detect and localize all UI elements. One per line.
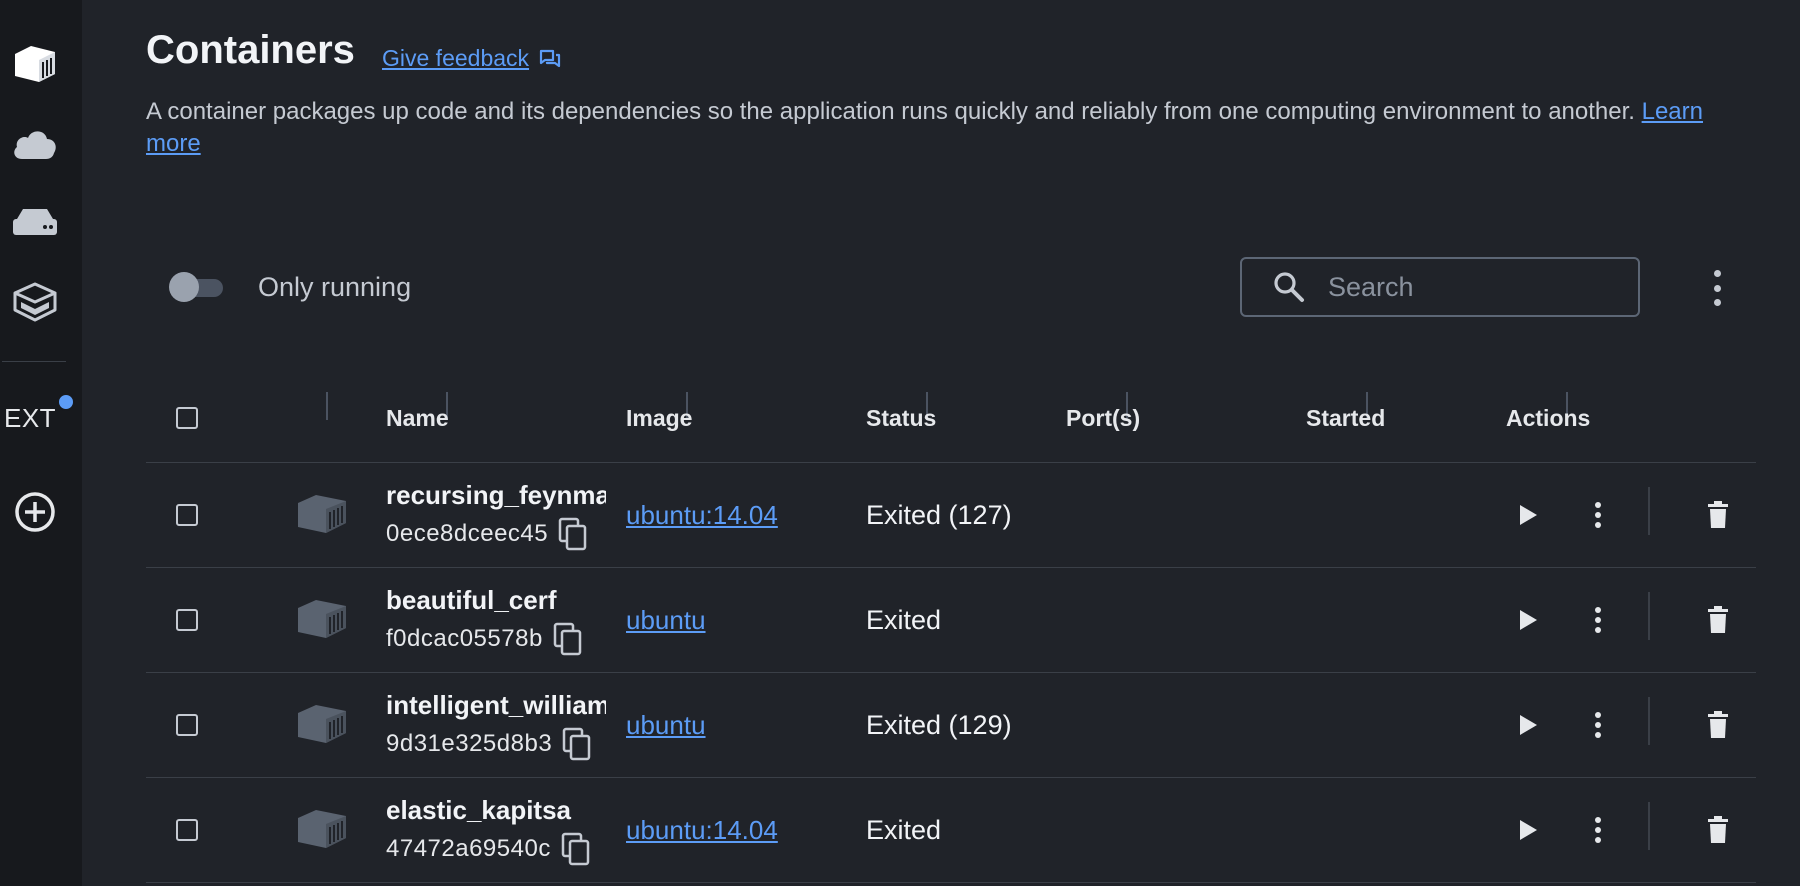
image-link[interactable]: ubuntu:14.04 — [626, 500, 778, 531]
search-input[interactable] — [1326, 270, 1630, 304]
status-text: Exited — [866, 604, 942, 635]
column-header-actions: Actions — [1506, 404, 1591, 431]
status-text: Exited (127) — [866, 499, 1012, 530]
more-options-icon[interactable] — [1702, 270, 1732, 306]
give-feedback-label[interactable]: Give feedback — [382, 45, 529, 72]
sidebar: EXT — [0, 0, 82, 886]
table-row[interactable]: recursing_feynman 0ece8dceec45 ubuntu:14… — [146, 463, 1756, 568]
table-row[interactable]: beautiful_cerf f0dcac05578b ubuntu Exite… — [146, 568, 1756, 673]
row-more-icon[interactable] — [1578, 778, 1618, 882]
containers-table: Name Image Status Port(s) Started Action… — [146, 374, 1756, 883]
row-checkbox[interactable] — [176, 819, 198, 841]
play-icon[interactable] — [1508, 778, 1548, 882]
delete-icon[interactable] — [1698, 778, 1738, 882]
column-header-ports[interactable]: Port(s) — [1066, 374, 1140, 462]
action-separator — [1648, 592, 1650, 640]
column-header-started[interactable]: Started — [1306, 374, 1385, 462]
container-name[interactable]: elastic_kapitsa — [386, 795, 606, 826]
cloud-icon[interactable] — [0, 125, 70, 161]
copy-icon[interactable] — [561, 832, 591, 866]
image-link[interactable]: ubuntu — [626, 710, 706, 741]
container-id: 47472a69540c — [386, 835, 551, 862]
main-content: Containers Give feedback A container pac… — [82, 0, 1800, 886]
action-separator — [1648, 802, 1650, 850]
column-header-image[interactable]: Image — [626, 374, 692, 462]
page-title: Containers — [146, 28, 355, 72]
container-name[interactable]: beautiful_cerf — [386, 585, 606, 616]
container-name-cell: recursing_feynman 0ece8dceec45 — [386, 480, 606, 551]
search-box[interactable] — [1240, 257, 1640, 317]
row-more-icon[interactable] — [1578, 463, 1618, 567]
copy-icon[interactable] — [553, 622, 583, 656]
image-link[interactable]: ubuntu — [626, 605, 706, 636]
only-running-toggle[interactable] — [169, 272, 225, 302]
container-id: 0ece8dceec45 — [386, 520, 549, 547]
copy-icon[interactable] — [562, 727, 592, 761]
give-feedback-link[interactable]: Give feedback — [382, 45, 561, 72]
feedback-icon — [539, 49, 561, 67]
play-icon[interactable] — [1508, 673, 1548, 777]
column-header-name[interactable]: Name — [386, 374, 449, 462]
column-header-status[interactable]: Status — [866, 374, 936, 462]
extensions-label[interactable]: EXT — [4, 403, 56, 434]
sidebar-divider — [2, 361, 66, 362]
container-name-cell: elastic_kapitsa 47472a69540c — [386, 795, 606, 866]
add-circle-icon[interactable] — [0, 490, 70, 534]
container-icon — [296, 568, 348, 672]
status-text: Exited — [866, 814, 942, 845]
action-separator — [1648, 697, 1650, 745]
toggle-knob — [169, 272, 199, 302]
containers-icon[interactable] — [0, 42, 70, 86]
volumes-icon[interactable] — [0, 205, 70, 239]
search-icon — [1274, 272, 1304, 302]
play-icon[interactable] — [1508, 568, 1548, 672]
table-header: Name Image Status Port(s) Started Action… — [146, 374, 1756, 463]
row-checkbox[interactable] — [176, 714, 198, 736]
table-row[interactable]: intelligent_williams 9d31e325d8b3 ubuntu… — [146, 673, 1756, 778]
copy-icon[interactable] — [558, 517, 588, 551]
container-name-cell: intelligent_williams 9d31e325d8b3 — [386, 690, 606, 761]
container-name[interactable]: recursing_feynman — [386, 480, 606, 511]
delete-icon[interactable] — [1698, 463, 1738, 567]
row-more-icon[interactable] — [1578, 568, 1618, 672]
container-name-cell: beautiful_cerf f0dcac05578b — [386, 585, 606, 656]
container-icon — [296, 463, 348, 567]
column-separator[interactable] — [326, 392, 328, 420]
page-description: A container packages up code and its dep… — [146, 96, 1706, 160]
dev-environments-icon[interactable] — [0, 280, 70, 324]
row-checkbox[interactable] — [176, 609, 198, 631]
row-more-icon[interactable] — [1578, 673, 1618, 777]
container-id: 9d31e325d8b3 — [386, 730, 553, 757]
container-name[interactable]: intelligent_williams — [386, 690, 606, 721]
play-icon[interactable] — [1508, 463, 1548, 567]
image-link[interactable]: ubuntu:14.04 — [626, 815, 778, 846]
container-icon — [296, 778, 348, 882]
select-all-checkbox[interactable] — [176, 407, 198, 429]
delete-icon[interactable] — [1698, 673, 1738, 777]
extensions-notification-dot — [57, 393, 75, 411]
only-running-label: Only running — [258, 272, 412, 302]
row-checkbox[interactable] — [176, 504, 198, 526]
action-separator — [1648, 487, 1650, 535]
description-text: A container packages up code and its dep… — [146, 98, 1635, 125]
table-row[interactable]: elastic_kapitsa 47472a69540c ubuntu:14.0… — [146, 778, 1756, 883]
container-icon — [296, 673, 348, 777]
container-id: f0dcac05578b — [386, 625, 543, 652]
delete-icon[interactable] — [1698, 568, 1738, 672]
status-text: Exited (129) — [866, 709, 1012, 740]
